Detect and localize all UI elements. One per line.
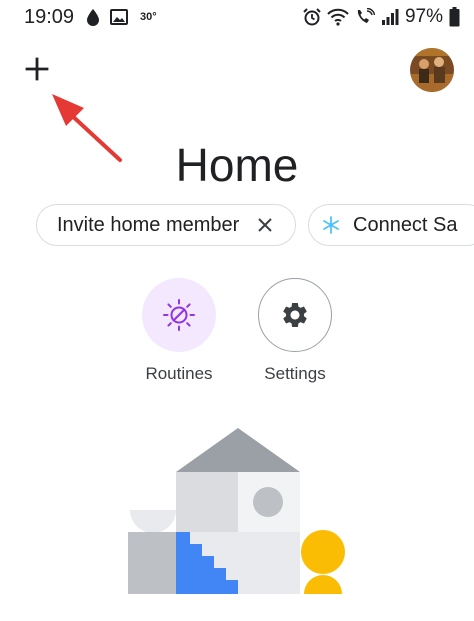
snowflake-icon [321, 215, 341, 235]
account-avatar[interactable] [410, 48, 454, 92]
close-icon[interactable] [255, 215, 275, 235]
gallery-icon [110, 9, 128, 25]
battery-percentage: 97% [404, 6, 443, 27]
avatar-photo [410, 48, 454, 92]
plus-icon [25, 57, 49, 81]
illustration-figure-body [304, 575, 342, 594]
illustration-block [238, 532, 300, 594]
illustration-figure-head [301, 530, 345, 574]
routines-sun-icon [163, 299, 195, 331]
add-button[interactable] [22, 54, 52, 84]
connect-chip[interactable]: Connect Sa [308, 204, 474, 246]
gear-icon [283, 303, 307, 327]
settings-action[interactable]: Settings [245, 278, 345, 384]
water-drop-icon [86, 8, 100, 26]
chip-label: Invite home member [57, 213, 240, 236]
status-temperature: 30° [140, 11, 157, 23]
status-time: 19:09 [24, 6, 75, 28]
illustration-block [128, 532, 176, 594]
alarm-icon [303, 8, 321, 26]
routines-button[interactable] [142, 278, 216, 352]
routines-label: Routines [145, 364, 213, 383]
illustration-bowl [130, 510, 176, 533]
status-icons-left: 30° [86, 8, 157, 26]
wifi-icon [327, 8, 349, 26]
signal-icon [381, 8, 399, 26]
chip-label: Connect Sa [353, 213, 458, 236]
invite-home-member-chip[interactable]: Invite home member [36, 204, 296, 246]
battery-icon [449, 7, 460, 27]
illustration-roof [176, 428, 300, 472]
status-icons-right: 97% [303, 6, 460, 28]
status-bar: 19:09 30° 97% [0, 0, 474, 36]
illustration-window [253, 487, 283, 517]
settings-label: Settings [264, 364, 326, 383]
home-illustration [128, 428, 345, 594]
settings-button[interactable] [258, 278, 332, 352]
wifi-calling-icon [355, 8, 375, 26]
routines-action[interactable]: Routines [129, 278, 229, 384]
page-title: Home [175, 139, 299, 191]
illustration-block [176, 472, 238, 532]
